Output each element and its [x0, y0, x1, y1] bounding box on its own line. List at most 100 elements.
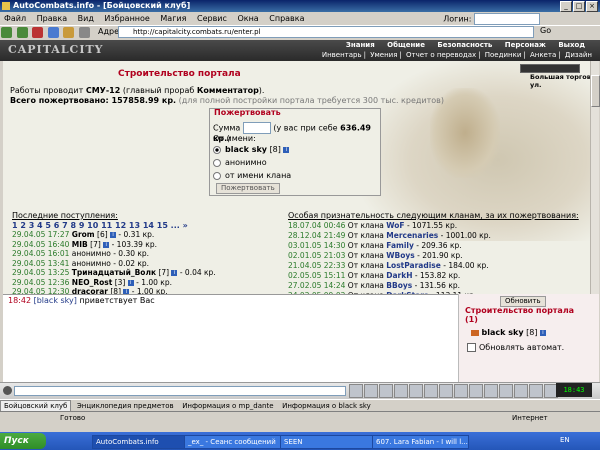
- refresh-icon[interactable]: [47, 27, 59, 38]
- minimize-button[interactable]: _: [560, 1, 572, 12]
- help-icon[interactable]: [529, 384, 543, 398]
- send-icon[interactable]: [349, 384, 363, 398]
- info-icon[interactable]: i: [110, 232, 117, 238]
- clan-name[interactable]: BBoys: [386, 281, 412, 290]
- clan-name[interactable]: WoF: [386, 221, 404, 230]
- works-boss[interactable]: Комментатор: [197, 86, 259, 95]
- clear-icon[interactable]: [364, 384, 378, 398]
- clan-name[interactable]: Family: [386, 241, 414, 250]
- radio-clan[interactable]: [213, 171, 221, 180]
- nav-top: Знания Общение Безопасность Персонаж Вых…: [341, 41, 590, 49]
- refresh-button[interactable]: Обновить: [500, 296, 546, 307]
- home-icon[interactable]: [63, 27, 75, 38]
- nav-knowledge[interactable]: Знания: [346, 41, 375, 49]
- book-icon[interactable]: [499, 384, 513, 398]
- info-icon[interactable]: i: [540, 329, 546, 336]
- row-who[interactable]: Grom: [72, 230, 95, 239]
- nav-design[interactable]: Дизайн: [565, 51, 592, 59]
- search-icon[interactable]: [78, 27, 90, 38]
- info-icon[interactable]: i: [283, 146, 290, 153]
- login-input[interactable]: [474, 13, 540, 25]
- nav-fights[interactable]: Поединки: [485, 51, 522, 59]
- address-bar[interactable]: http://capitalcity.combats.ru/enter.pl: [118, 26, 534, 38]
- back-icon[interactable]: [1, 27, 12, 38]
- clan-date: 21.04.05 22:33: [288, 261, 346, 270]
- chat-name[interactable]: [black sky]: [34, 296, 77, 305]
- menu-tools[interactable]: Сервис: [197, 14, 227, 23]
- mail-icon[interactable]: [514, 384, 528, 398]
- window-titlebar: AutoCombats.info - [Бойцовский клуб]: [0, 0, 600, 12]
- go-button[interactable]: Go: [540, 26, 551, 35]
- donate-button[interactable]: Пожертвовать: [216, 183, 280, 194]
- clan-name[interactable]: DarkH: [386, 271, 412, 280]
- task-media[interactable]: 607. Lara Fabian - I will l...: [372, 435, 469, 449]
- nav-skills[interactable]: Умения: [370, 51, 397, 59]
- menu-file[interactable]: Файл: [4, 14, 26, 23]
- hand-icon[interactable]: [469, 384, 483, 398]
- info-icon[interactable]: i: [171, 270, 178, 276]
- clan-name[interactable]: Mercenaries: [386, 231, 438, 240]
- menu-favorites[interactable]: Избранное: [104, 14, 149, 23]
- clan-name[interactable]: WBoys: [386, 251, 415, 260]
- menu-view[interactable]: Вид: [78, 14, 94, 23]
- total-label: Всего пожертвовано:: [10, 96, 112, 105]
- sum-input[interactable]: [242, 122, 271, 134]
- nav-character[interactable]: Персонаж: [505, 41, 546, 49]
- chat-input[interactable]: [14, 386, 346, 396]
- nav-inventory[interactable]: Инвентарь: [322, 51, 362, 59]
- row-who[interactable]: Тринадцатый_Волк: [72, 268, 156, 277]
- task-messages[interactable]: _ex_ - Сеанс сообщений: [184, 435, 281, 449]
- info-icon[interactable]: i: [127, 279, 134, 286]
- donate-box: Пожертвовать Сумма (у вас при себе 636.4…: [209, 108, 381, 196]
- close-button[interactable]: ×: [586, 1, 598, 12]
- chat-buttons: [348, 384, 558, 398]
- menu-edit[interactable]: Правка: [37, 14, 67, 23]
- nav-security[interactable]: Безопасность: [437, 41, 492, 49]
- option-self[interactable]: black sky [8] i: [213, 145, 290, 154]
- option-anon[interactable]: анонимно: [213, 158, 267, 167]
- color-icon[interactable]: [439, 384, 453, 398]
- sound-icon[interactable]: [409, 384, 423, 398]
- sum-label: Сумма: [213, 123, 241, 133]
- auto-refresh-checkbox[interactable]: [467, 343, 476, 352]
- row-date: 29.04.05 13:25: [12, 268, 70, 277]
- works-prefix: Работы проводит: [10, 86, 86, 95]
- smile-icon[interactable]: [394, 384, 408, 398]
- who-user-name[interactable]: black sky: [482, 328, 524, 337]
- log-icon[interactable]: [454, 384, 468, 398]
- menu-help[interactable]: Справка: [269, 14, 304, 23]
- chat-mode-icon[interactable]: [3, 386, 12, 395]
- nav-transfers[interactable]: Отчет о переводах: [406, 51, 476, 59]
- total-line: Всего пожертвовано: 157858.99 кр. (для п…: [10, 96, 444, 105]
- nav-exit[interactable]: Выход: [558, 41, 585, 49]
- start-button[interactable]: Пуск: [0, 433, 46, 449]
- row-amount: - 1.00 кр.: [136, 277, 172, 287]
- clan-date: 18.07.04 00:46: [288, 221, 346, 230]
- task-autocombats[interactable]: AutoCombats.info: [92, 435, 185, 449]
- nav-profile[interactable]: Анкета: [530, 51, 556, 59]
- scroll-thumb[interactable]: [591, 75, 600, 107]
- row-who[interactable]: MIB: [72, 240, 88, 249]
- stop-icon[interactable]: [32, 27, 44, 38]
- clan-amount: - 209.36 кр.: [416, 241, 462, 250]
- tray-language[interactable]: EN: [560, 436, 570, 444]
- clan-name[interactable]: LostParadise: [386, 261, 441, 270]
- radio-self[interactable]: [213, 145, 221, 154]
- menu-magic[interactable]: Магия: [160, 14, 186, 23]
- option-clan[interactable]: от имени клана: [213, 171, 291, 180]
- task-seen[interactable]: SEEN: [280, 435, 373, 449]
- row-who[interactable]: NEO_Rost: [72, 278, 113, 287]
- gear-icon[interactable]: [484, 384, 498, 398]
- forward-icon[interactable]: [16, 27, 28, 38]
- maximize-button[interactable]: □: [573, 1, 585, 12]
- nav-communication[interactable]: Общение: [387, 41, 425, 49]
- option-self-level: [8]: [269, 145, 281, 154]
- filter-icon[interactable]: [379, 384, 393, 398]
- pagination[interactable]: 1 2 3 4 5 6 7 8 9 10 11 12 13 14 15 ... …: [12, 221, 188, 230]
- option-self-name: black sky: [225, 145, 268, 154]
- info-icon[interactable]: i: [103, 241, 110, 248]
- row-amount: - 0.31 кр.: [118, 230, 155, 239]
- radio-anon[interactable]: [213, 158, 221, 167]
- translit-icon[interactable]: [424, 384, 438, 398]
- menu-windows[interactable]: Окна: [237, 14, 258, 23]
